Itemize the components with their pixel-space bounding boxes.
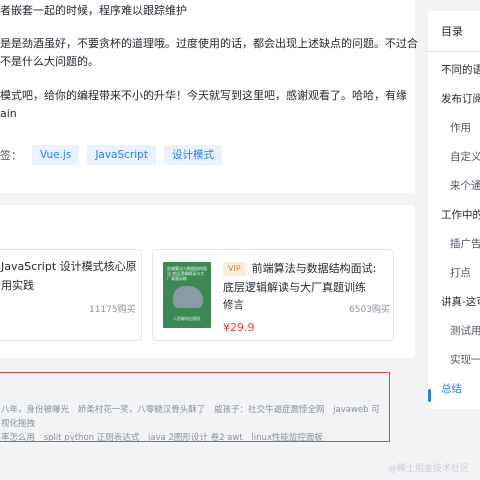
toc-subitem[interactable]: 作用 [450,120,471,135]
book-card-javascript-design[interactable]: JavaScript 设计模式核心原 用实践 11175购买 [0,249,142,341]
cover-publisher-text: 人民邮电出版社 [173,316,201,321]
book-card-frontend-algorithms[interactable]: 前端算法与数据结构面试 底层逻辑解读与大厂真题训练 人民邮电出版社 VIP 前端算… [152,249,394,341]
book-author: 修言 [223,299,244,311]
related-links-list: 八年，身份被曝光 娇柔村花一笑，八零糙汉骨头酥了 戚孩子：社交牛逼症震惊全网 j… [1,403,381,445]
related-links-highlight-box: 八年，身份被曝光 娇柔村花一笑，八零糙汉骨头酥了 戚孩子：社交牛逼症震惊全网 j… [0,372,390,445]
toc-subitem[interactable]: 测试用 [450,323,480,338]
book-title-line2: 底层逻辑解读与大厂真题训练 [223,281,366,294]
toc-item[interactable]: 不同的语 [441,62,480,77]
related-links-row: 率怎么用 split python 正则表达式 java 2图形设计 卷2 aw… [1,431,381,445]
related-link[interactable]: 率怎么用 [1,433,35,443]
tag-design-pattern[interactable]: 设计模式 [163,145,222,165]
toc-active-indicator [428,389,431,402]
toc-item-active[interactable]: 总结 [441,381,462,396]
article-content-card: 者嵌套一起的时候，程序难以跟踪维护 是是劲酒虽好，不要贪杯的道理哦。过度使用的话… [0,0,418,193]
related-link[interactable]: 八年，身份被曝光 [1,405,69,415]
article-paragraph-line: 模式吧，给你的编程带来不小的升华！今天就写到这里吧，感谢观看了。哈哈，有缘 [0,89,407,102]
toc-item[interactable]: 工作中的 [441,207,480,222]
tag-javascript[interactable]: JavaScript [87,145,156,165]
book-price: ¥29.9 [223,321,255,334]
book-subtitle: 用实践 [1,279,34,292]
toc-subitem[interactable]: 打点 [450,265,471,280]
related-link[interactable]: split python 正则表达式 [44,433,140,443]
cover-title-text: 前端算法与数据结构面试 底层逻辑解读与大厂真题训练 [167,266,207,281]
related-link[interactable]: 戚孩子：社交牛逼症震惊全网 [214,405,325,415]
elephant-illustration [173,286,203,308]
article-paragraph-line: ain [0,107,17,120]
article-paragraph-line: 者嵌套一起的时候，程序难以跟踪维护 [0,4,187,17]
book-buyers-count: 6503购买 [349,305,390,315]
related-links-row: 八年，身份被曝光 娇柔村花一笑，八零糙汉骨头酥了 戚孩子：社交牛逼症震惊全网 j… [1,403,381,431]
toc-subitem[interactable]: 来个通 [450,178,480,193]
article-paragraph-line: 不是什么大问题的。 [0,55,99,68]
book-title-text: 前端算法与数据结构面试: [251,262,377,275]
book-buyers-count: 11175购买 [89,305,136,315]
toc-subitem[interactable]: 实现一 [450,352,480,367]
tags-label: 签： [0,149,22,162]
site-watermark: @稀土掘金技术社区 [388,464,470,474]
recommended-books-card: JavaScript 设计模式核心原 用实践 11175购买 前端算法与数据结构… [0,205,415,358]
toc-subitem[interactable]: 自定义 [450,149,480,164]
related-link[interactable]: 娇柔村花一笑，八零糙汉骨头酥了 [78,405,206,415]
article-tags: 签： Vue.js JavaScript 设计模式 [0,144,222,166]
toc-item[interactable]: 发布订阅 [441,91,480,106]
toc-item[interactable]: 讲真-这可 [441,294,480,309]
toc-subitem[interactable]: 插广告 [450,236,480,251]
table-of-contents: 目录 不同的语 发布订阅 作用 自定义 来个通 工作中的 插广告 打点 讲真-这… [428,11,480,409]
toc-title: 目录 [441,25,463,38]
article-paragraph-line: 是是劲酒虽好，不要贪杯的道理哦。过度使用的话，都会出现上述缺点的问题。不过合 [0,37,418,50]
related-link[interactable]: java 2图形设计 卷2 awt [148,433,243,443]
tag-vuejs[interactable]: Vue.js [32,145,80,165]
vip-badge: VIP [223,262,246,276]
book-title: JavaScript 设计模式核心原 [1,260,137,273]
toc-divider [428,51,480,52]
book-title-line1: VIP 前端算法与数据结构面试: [223,260,376,278]
related-link[interactable]: linux性能监控面板 [251,433,323,443]
book-cover-image: 前端算法与数据结构面试 底层逻辑解读与大厂真题训练 人民邮电出版社 [163,262,211,328]
